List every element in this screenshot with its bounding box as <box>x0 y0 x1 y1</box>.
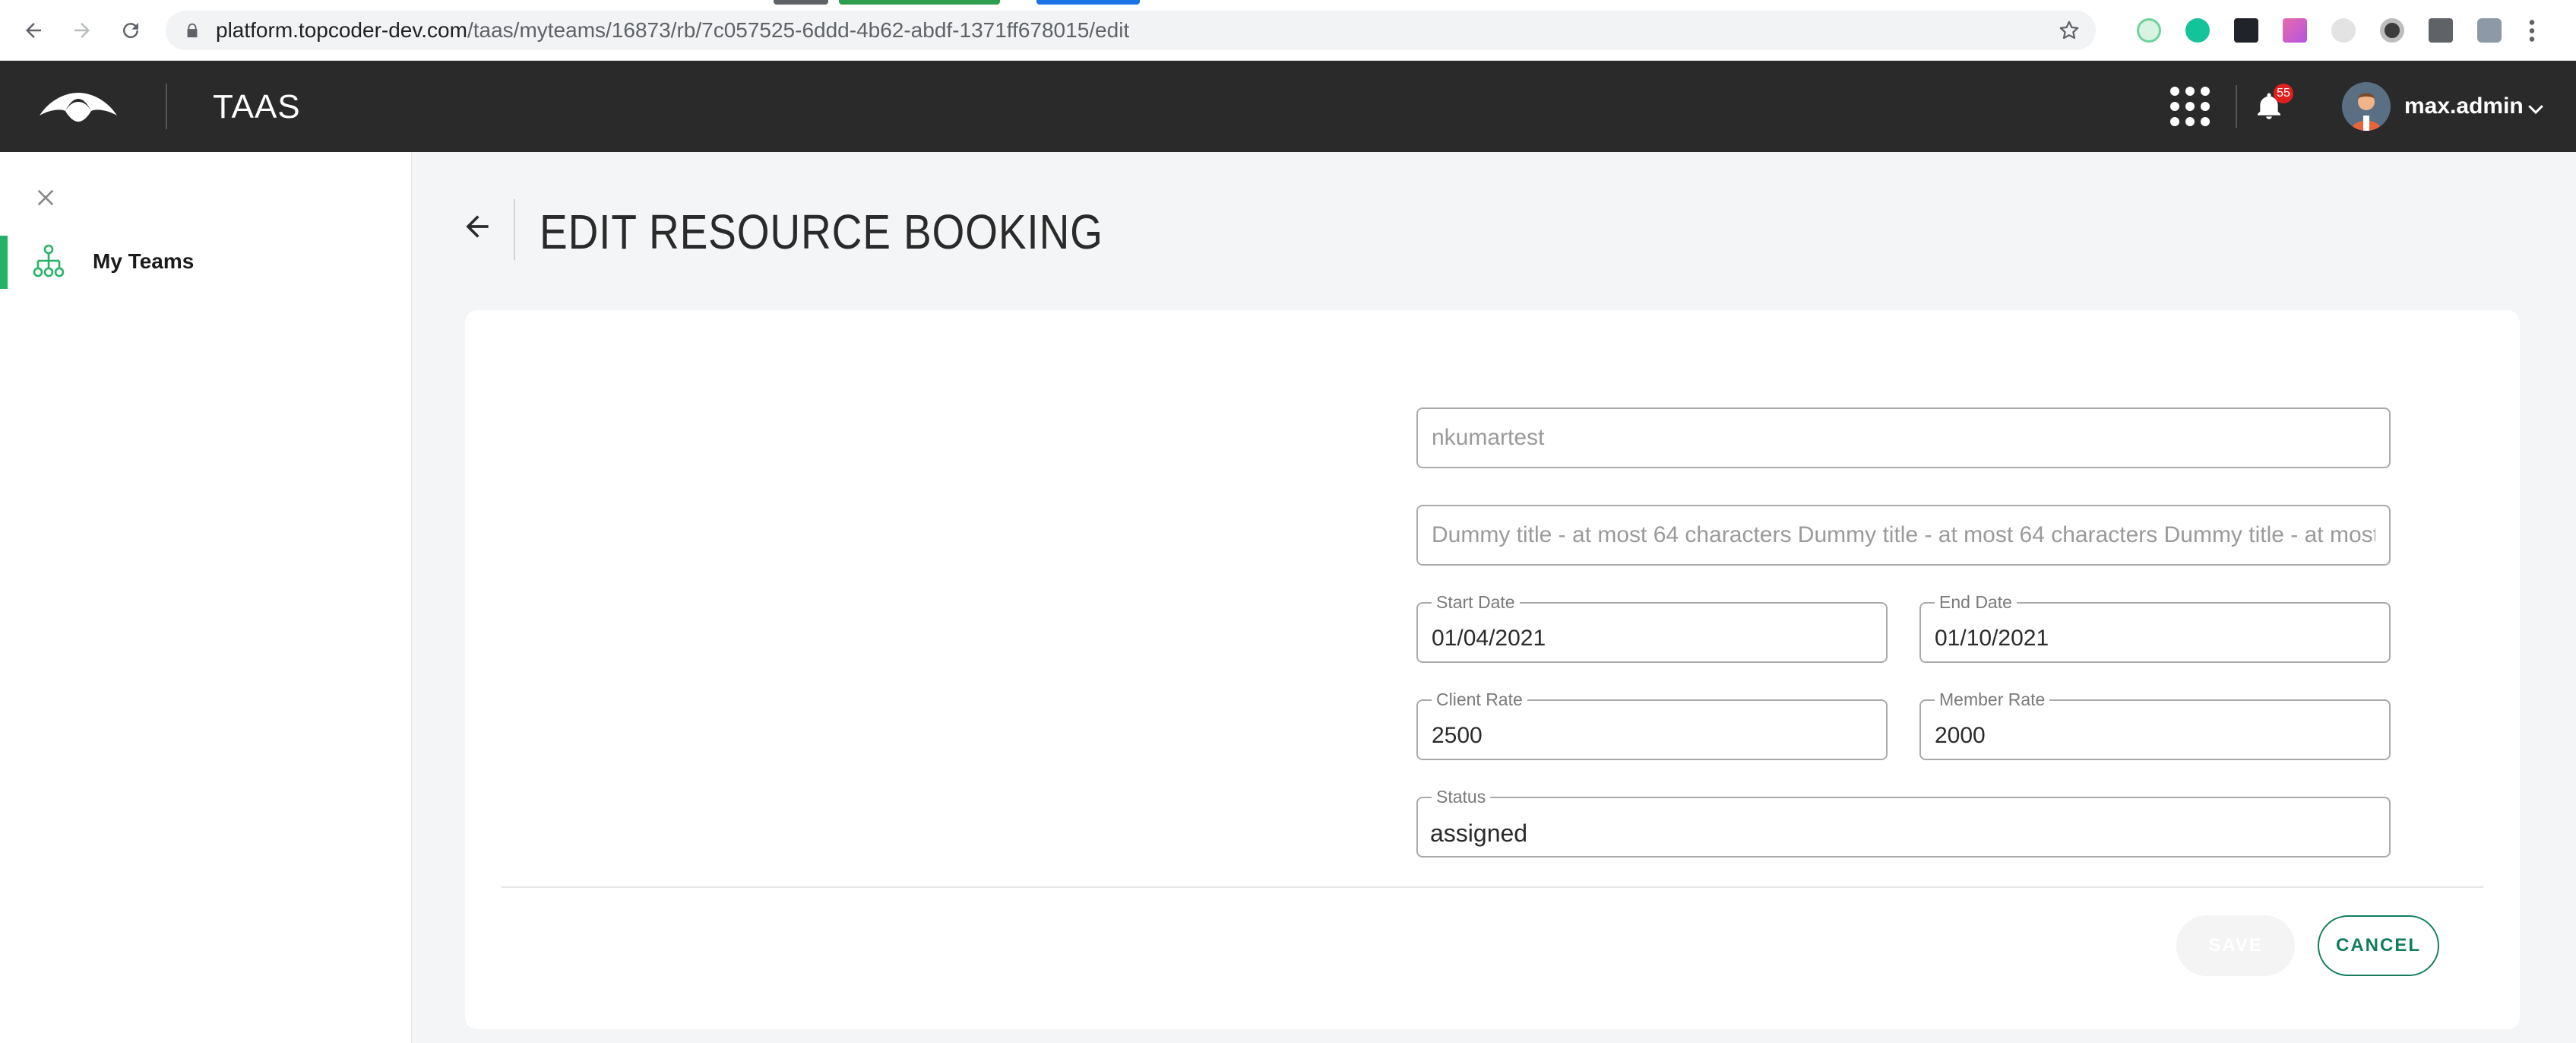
browser-tab-hint[interactable] <box>1036 0 1140 5</box>
browser-back-button[interactable] <box>17 14 50 47</box>
user-avatar[interactable] <box>2342 82 2391 131</box>
extension-icon[interactable] <box>2331 18 2356 43</box>
member-rate-input[interactable] <box>1935 712 2375 760</box>
main-content: EDIT RESOURCE BOOKING Start Date End Dat… <box>412 152 2576 1043</box>
active-indicator <box>0 236 8 289</box>
chevron-down-icon[interactable] <box>2524 97 2547 120</box>
url-path: /taas/myteams/16873/rb/7c057525-6ddd-4b6… <box>467 18 1130 42</box>
status-label: Status <box>1432 788 1491 806</box>
job-title-field[interactable] <box>1416 505 2391 566</box>
sidebar-item-label: My Teams <box>93 249 195 273</box>
sidebar: My Teams <box>0 152 412 1043</box>
browser-profile-avatar[interactable] <box>2477 18 2502 43</box>
browser-tab-hint[interactable] <box>839 0 1000 5</box>
cancel-button[interactable]: CANCEL <box>2318 915 2439 976</box>
reload-icon <box>123 23 139 39</box>
member-rate-label: Member Rate <box>1935 690 2050 709</box>
client-rate-field[interactable]: Client Rate <box>1416 690 1888 760</box>
browser-menu-icon[interactable] <box>2527 18 2536 43</box>
member-rate-field[interactable]: Member Rate <box>1919 690 2391 760</box>
topcoder-logo-icon[interactable] <box>36 88 120 126</box>
notifications-button[interactable]: 55 <box>2254 84 2299 126</box>
browser-toolbar: platform.topcoder-dev.com/taas/myteams/1… <box>0 0 2576 61</box>
start-date-label: Start Date <box>1432 593 1520 611</box>
status-select[interactable] <box>1430 809 2374 858</box>
bookmark-star-icon[interactable] <box>2058 19 2081 42</box>
app-header: TAAS 55 max.admin <box>0 61 2576 152</box>
end-date-label: End Date <box>1935 593 2017 611</box>
job-title-input[interactable] <box>1432 506 2375 564</box>
handle-field[interactable] <box>1416 407 2391 468</box>
react-devtools-extension-icon[interactable] <box>2234 18 2258 43</box>
status-field[interactable]: Status <box>1416 788 2391 858</box>
end-date-field[interactable]: End Date <box>1919 593 2391 663</box>
sidebar-item-my-teams[interactable]: My Teams <box>0 236 412 289</box>
user-name[interactable]: max.admin <box>2404 93 2524 120</box>
header-divider <box>2236 85 2237 128</box>
browser-tab-hint[interactable] <box>774 0 828 5</box>
grammarly-extension-icon[interactable] <box>2185 18 2210 43</box>
save-button[interactable]: SAVE <box>2176 915 2295 976</box>
arrow-left-icon <box>26 23 41 38</box>
handle-input[interactable] <box>1432 409 2375 467</box>
end-date-input[interactable] <box>1935 614 2375 663</box>
puzzle-extensions-icon[interactable] <box>2429 18 2453 43</box>
browser-reload-button[interactable] <box>114 14 147 47</box>
close-icon[interactable] <box>33 185 58 210</box>
start-date-input[interactable] <box>1432 614 1872 663</box>
header-divider <box>166 84 167 129</box>
client-rate-label: Client Rate <box>1432 690 1527 709</box>
title-divider <box>514 199 515 260</box>
team-hierarchy-icon <box>33 244 65 277</box>
user-avatar-image <box>2351 93 2381 131</box>
back-arrow-icon[interactable] <box>460 210 494 243</box>
apps-grid-icon[interactable] <box>2169 85 2211 128</box>
arrow-right-icon <box>74 23 90 38</box>
form-divider <box>502 886 2483 888</box>
app-title: TAAS <box>213 88 301 125</box>
notification-count-badge: 55 <box>2274 84 2293 103</box>
browser-forward-button[interactable] <box>65 14 99 47</box>
page-title: EDIT RESOURCE BOOKING <box>540 204 1103 259</box>
edit-booking-form: Start Date End Date Client Rate Member R… <box>465 310 2520 1029</box>
address-bar[interactable]: platform.topcoder-dev.com/taas/myteams/1… <box>166 11 2096 50</box>
lock-icon <box>187 23 198 38</box>
url-host: platform.topcoder-dev.com <box>216 18 467 42</box>
url-text[interactable]: platform.topcoder-dev.com/taas/myteams/1… <box>216 20 1129 41</box>
extension-icon[interactable] <box>2283 18 2307 43</box>
start-date-field[interactable]: Start Date <box>1416 593 1888 663</box>
extension-icon[interactable] <box>2137 18 2161 43</box>
extension-icon[interactable] <box>2380 18 2404 43</box>
client-rate-input[interactable] <box>1432 712 1872 760</box>
